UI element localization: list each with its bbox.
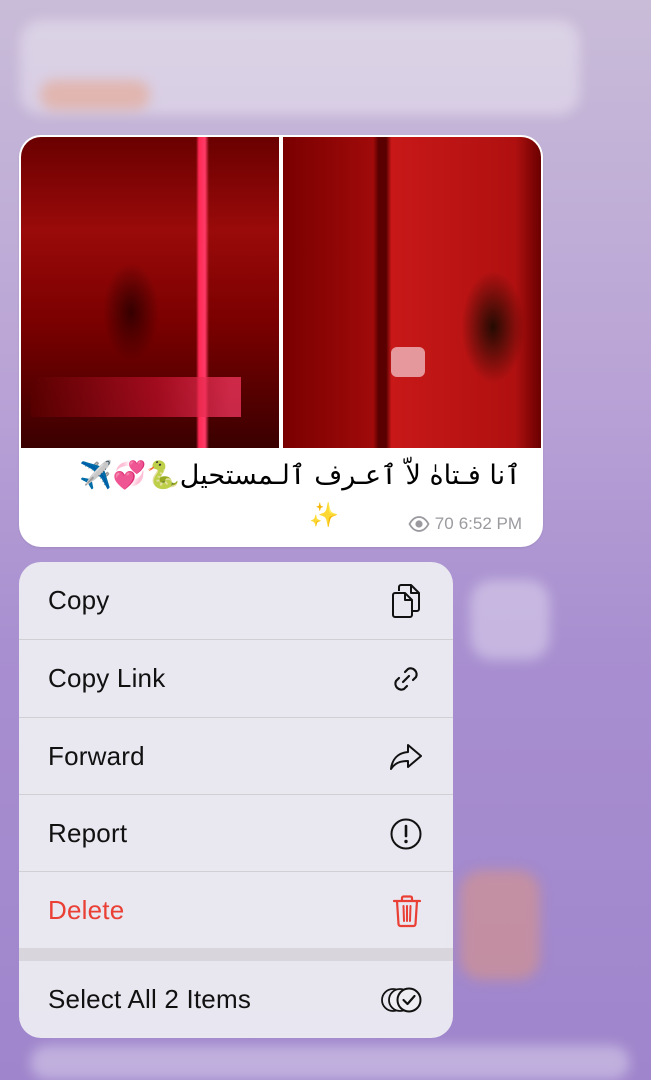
message-time: 6:52 PM [458,514,522,533]
album-photo-1[interactable] [21,137,279,448]
background-photo-blur [460,870,540,980]
menu-item-label: Delete [48,895,125,925]
background-message-blur [470,580,550,660]
menu-item-label: Forward [48,741,145,771]
menu-item-label: Copy [48,585,110,615]
copy-icon [389,583,423,619]
select-all-menu-item[interactable]: Select All 2 Items [19,961,453,1038]
context-menu: Copy Copy Link Forward Report Delete Sel… [19,562,453,1038]
exclamation-circle-icon [389,817,423,851]
copy-menu-item[interactable]: Copy [19,562,453,639]
menu-item-label: Copy Link [48,663,166,693]
delete-menu-item[interactable]: Delete [19,872,453,949]
copy-link-menu-item[interactable]: Copy Link [19,640,453,717]
message-meta: 70 6:52 PM [408,514,522,534]
background-reaction-blur [40,80,150,110]
message-caption: ٱنا فـتاهٰ لاّ ٱعـرف ٱلـمستحيل🐍💞✈️ [78,460,521,491]
link-icon [389,662,423,696]
view-count: 70 [434,514,454,533]
select-all-icon [381,985,423,1015]
menu-item-label: Select All 2 Items [48,984,252,1014]
background-message-blur [30,1045,630,1080]
report-menu-item[interactable]: Report [19,795,453,872]
album-photo-2[interactable] [283,137,541,448]
menu-section-gap [19,948,453,961]
forward-arrow-icon [389,742,423,772]
eye-icon [408,516,430,532]
menu-item-label: Report [48,818,128,848]
message-caption-extra: ✨ [309,502,339,529]
message-bubble[interactable]: ٱنا فـتاهٰ لاّ ٱعـرف ٱلـمستحيل🐍💞✈️ ✨ 70 … [19,135,543,547]
trash-icon [391,894,423,928]
forward-menu-item[interactable]: Forward [19,718,453,795]
